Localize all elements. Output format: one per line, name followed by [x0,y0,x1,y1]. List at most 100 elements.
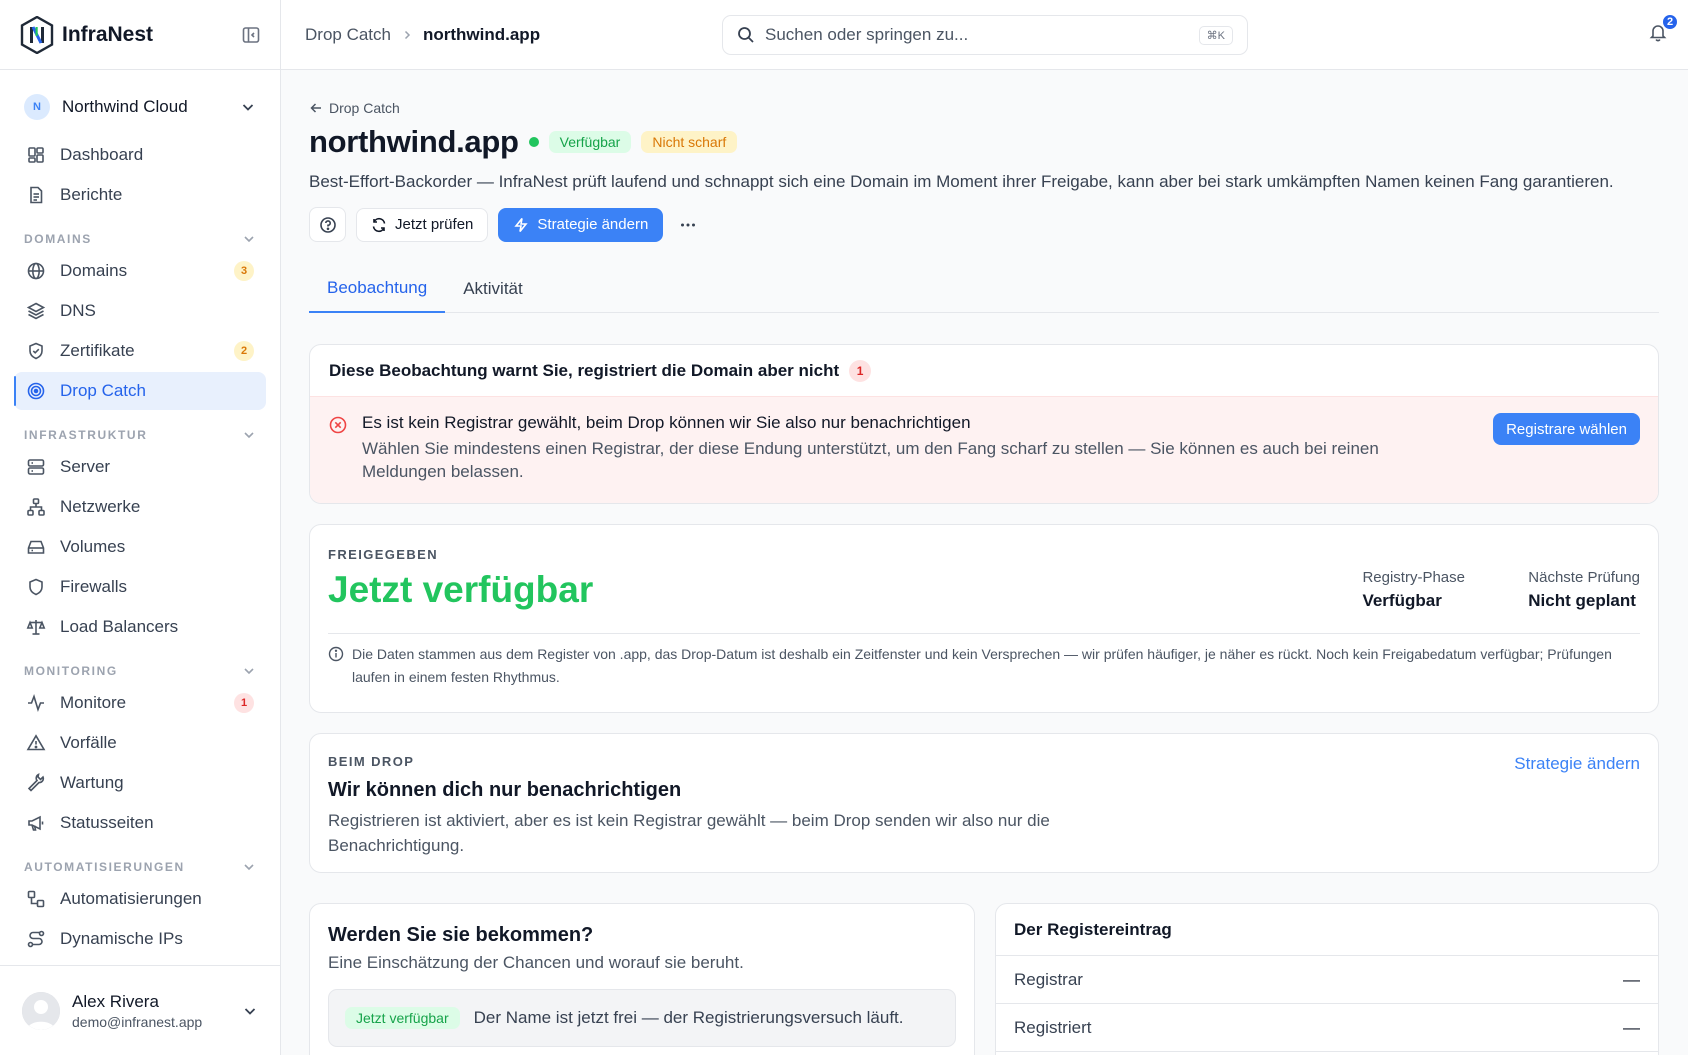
drop-eyebrow: BEIM DROP [328,754,415,769]
chevron-down-icon [242,232,256,246]
sidebar-item-label: Monitore [60,693,127,712]
chevron-down-icon [240,99,256,115]
keyboard-shortcut: ⌘K [1198,25,1233,45]
warning-card: Diese Beobachtung warnt Sie, registriert… [309,344,1659,504]
shield-icon [26,577,46,597]
sidebar-item-label: Dynamische IPs [60,929,183,948]
registry-phase: Registry-Phase Verfügbar [1362,569,1465,611]
breadcrumb-link[interactable]: Drop Catch [305,25,391,45]
count-badge: 3 [234,261,254,281]
sidebar-item-domains[interactable]: Domains 3 [14,252,266,290]
choose-registrar-button[interactable]: Registrare wählen [1493,413,1640,445]
divider [328,633,1640,634]
change-strategy-button[interactable]: Strategie ändern [498,207,664,242]
section-automatisierungen[interactable]: AUTOMATISIERUNGEN [24,860,256,874]
chances-summary: Jetzt verfügbar Der Name ist jetzt frei … [328,989,956,1047]
sidebar-collapse-icon[interactable] [242,26,260,44]
sidebar-item-label: Server [60,457,111,476]
app-name: InfraNest [62,22,154,46]
user-email: demo@infranest.app [72,1013,203,1030]
tab-aktivitaet[interactable]: Aktivität [445,264,541,313]
sidebar-item-server[interactable]: Server [14,448,266,486]
info-note: Die Daten stammen aus dem Register von .… [328,643,1640,689]
section-domains[interactable]: DOMAINS [24,232,256,246]
sidebar-item-volumes[interactable]: Volumes [14,528,266,566]
back-link[interactable]: Drop Catch [309,100,1659,116]
sidebar-item-label: Load Balancers [60,617,179,636]
help-button[interactable] [309,207,346,242]
chances-title: Werden Sie sie bekommen? [328,924,594,946]
sidebar-item-netzwerke[interactable]: Netzwerke [14,488,266,526]
wrench-icon [26,773,46,793]
more-options-icon[interactable] [679,216,697,234]
sidebar-item-automatisierungen[interactable]: Automatisierungen [14,880,266,918]
status-eyebrow: FREIGEGEBEN [328,547,439,562]
sidebar-item-label: DNS [60,301,96,320]
meta-value: Verfügbar [1362,591,1442,610]
sidebar-item-zertifikate[interactable]: Zertifikate 2 [14,332,266,370]
arrow-left-icon [309,101,323,115]
avatar [22,991,60,1030]
notification-badge: 2 [1661,13,1679,31]
section-monitoring[interactable]: MONITORING [24,664,256,678]
sidebar-item-label: Firewalls [60,577,128,596]
user-menu[interactable]: Alex Rivera demo@infranest.app [0,965,280,1055]
chevron-down-icon [242,664,256,678]
notifications-button[interactable]: 2 [1648,13,1679,42]
check-now-button[interactable]: Jetzt prüfen [356,207,489,242]
table-row: Registrar — [996,956,1658,1004]
change-strategy-link[interactable]: Strategie ändern [1514,754,1640,774]
chance-badge: Jetzt verfügbar [345,1007,460,1029]
org-switcher[interactable]: N Northwind Cloud [14,86,266,128]
chevron-down-icon [242,1003,258,1019]
help-circle-icon [319,216,337,234]
section-infrastruktur[interactable]: INFRASTRUKTUR [24,428,256,442]
globe-icon [26,261,46,281]
sidebar-item-label: Vorfälle [60,733,117,752]
search-input[interactable]: Suchen oder springen zu... ⌘K [722,15,1248,55]
main-content: Drop Catch northwind.app Verfügbar Nicht… [281,70,1688,1055]
tab-beobachtung[interactable]: Beobachtung [309,264,446,313]
sidebar-item-label: Dashboard [60,145,144,164]
x-circle-icon [329,416,347,434]
sidebar-item-label: Netzwerke [60,497,141,516]
sidebar-item-load-balancers[interactable]: Load Balancers [14,608,266,646]
row-label: Registrar [1014,969,1083,989]
org-name: Northwind Cloud [62,97,188,116]
hard-drive-icon [26,537,46,557]
network-icon [26,497,46,517]
activity-icon [26,693,46,713]
sidebar-item-dns[interactable]: DNS [14,292,266,330]
info-icon [328,646,344,689]
search-placeholder: Suchen oder springen zu... [765,25,969,44]
sidebar-item-monitore[interactable]: Monitore 1 [14,684,266,722]
sidebar-item-label: Berichte [60,185,123,204]
infranest-logo-icon[interactable] [20,15,54,54]
sidebar-item-label: Drop Catch [60,381,146,400]
chevron-down-icon [242,428,256,442]
sidebar-item-berichte[interactable]: Berichte [14,176,266,214]
sidebar-item-dashboard[interactable]: Dashboard [14,136,266,174]
sidebar-item-firewalls[interactable]: Firewalls [14,568,266,606]
sidebar: InfraNest N Northwind Cloud Dashboard Be… [0,0,281,1055]
action-bar: Jetzt prüfen Strategie ändern [309,207,1659,242]
info-text: Die Daten stammen aus dem Register von .… [352,646,1612,685]
sidebar-item-label: Wartung [60,773,124,792]
dashboard-icon [26,145,46,165]
sidebar-item-vorfaelle[interactable]: Vorfälle [14,724,266,762]
warning-body: Es ist kein Registrar gewählt, beim Drop… [310,397,1658,503]
sidebar-item-dynamische-ips[interactable]: Dynamische IPs [14,920,266,958]
refresh-icon [371,217,395,233]
report-icon [26,185,46,205]
breadcrumb-current: northwind.app [422,24,541,44]
sidebar-item-drop-catch[interactable]: Drop Catch [14,372,266,410]
registry-title: Der Registereintrag [996,904,1658,956]
count-badge: 2 [234,341,254,361]
sidebar-item-wartung[interactable]: Wartung [14,764,266,802]
lightning-icon [513,217,537,233]
section-title: AUTOMATISIERUNGEN [24,860,185,874]
sidebar-item-statusseiten[interactable]: Statusseiten [14,804,266,842]
chances-card: Werden Sie sie bekommen? Eine Einschätzu… [309,903,975,1055]
meta-value: Nicht geplant [1528,591,1636,610]
user-name: Alex Rivera [72,991,159,1011]
